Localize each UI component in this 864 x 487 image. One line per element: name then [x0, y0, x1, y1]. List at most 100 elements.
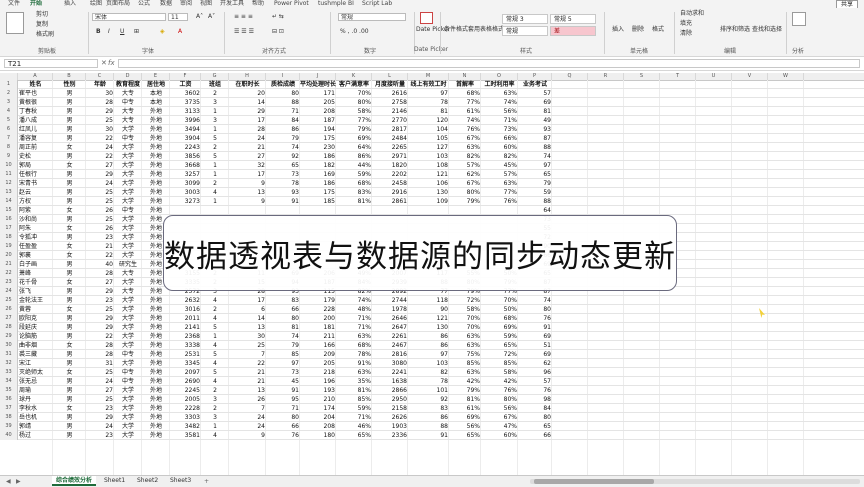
data-cell[interactable]: 男: [53, 296, 86, 305]
data-cell[interactable]: 3080: [372, 359, 408, 368]
data-cell[interactable]: 194: [300, 125, 336, 134]
data-cell[interactable]: 4: [201, 431, 229, 440]
column-header[interactable]: T: [660, 73, 696, 80]
data-cell[interactable]: 欧阳克: [18, 314, 54, 323]
style-bad[interactable]: 差: [550, 26, 596, 36]
data-cell[interactable]: 85%: [336, 395, 372, 404]
table-row[interactable]: 12 宋青书男 24 大学 外地 3099 2 9 78 186 68% 2458 106 67% 63% 7…: [0, 179, 864, 188]
data-cell[interactable]: 男: [53, 152, 86, 161]
autosum-button[interactable]: 自动求和: [680, 10, 704, 18]
row-number[interactable]: 6: [0, 125, 18, 134]
table-row[interactable]: 6 红凤儿男 30 大学 外地 3494 1 28 86 194 79% 2817 104 76% 73% 9…: [0, 125, 864, 134]
data-cell[interactable]: 男: [53, 179, 86, 188]
data-cell[interactable]: 86: [408, 332, 449, 341]
column-header[interactable]: L: [372, 73, 408, 80]
data-cell[interactable]: 208: [300, 107, 336, 116]
data-cell[interactable]: 男: [53, 188, 86, 197]
data-cell[interactable]: 赵云: [18, 188, 54, 197]
data-cell[interactable]: 大学: [114, 296, 142, 305]
data-cell[interactable]: 69: [518, 332, 552, 341]
data-cell[interactable]: 67%: [449, 179, 481, 188]
sheet-tab[interactable]: 综合绩效分析: [52, 476, 97, 486]
menu-item[interactable]: 插入: [64, 0, 76, 8]
data-cell[interactable]: 3273: [170, 197, 201, 206]
data-cell[interactable]: 29: [229, 107, 266, 116]
row-number[interactable]: 7: [0, 134, 18, 143]
data-cell[interactable]: 71: [266, 404, 300, 413]
data-cell[interactable]: 花千骨: [18, 278, 54, 287]
sheet-tab[interactable]: Sheet1: [100, 476, 129, 486]
menu-item[interactable]: Script Lab: [362, 0, 392, 8]
data-cell[interactable]: 103: [408, 152, 449, 161]
cut-button[interactable]: 剪切: [36, 11, 48, 19]
data-cell[interactable]: 大学: [114, 323, 142, 332]
data-cell[interactable]: 段延庆: [18, 323, 54, 332]
data-cell[interactable]: 21: [229, 368, 266, 377]
data-cell[interactable]: 29: [86, 323, 114, 332]
data-cell[interactable]: 大学: [114, 179, 142, 188]
data-cell[interactable]: 大学: [114, 278, 142, 287]
data-cell[interactable]: 81%: [336, 386, 372, 395]
data-cell[interactable]: 82%: [481, 152, 518, 161]
data-cell[interactable]: 204: [300, 413, 336, 422]
row-number[interactable]: 13: [0, 188, 18, 197]
data-cell[interactable]: 大学: [114, 386, 142, 395]
data-cell[interactable]: 女: [53, 251, 86, 260]
menu-item[interactable]: tushmple BI: [318, 0, 354, 8]
row-number[interactable]: 8: [0, 143, 18, 152]
data-cell[interactable]: 93: [518, 125, 552, 134]
row-number[interactable]: 28: [0, 323, 18, 332]
data-cell[interactable]: 42%: [449, 377, 481, 386]
data-cell[interactable]: 68%: [449, 89, 481, 98]
data-cell[interactable]: 大学: [114, 152, 142, 161]
data-cell[interactable]: 27: [86, 386, 114, 395]
data-cell[interactable]: 研究生: [114, 260, 142, 269]
data-cell[interactable]: 外地: [142, 161, 170, 170]
data-cell[interactable]: 56%: [449, 422, 481, 431]
data-cell[interactable]: 外地: [142, 170, 170, 179]
data-cell[interactable]: 59%: [336, 170, 372, 179]
data-cell[interactable]: 91: [408, 431, 449, 440]
data-cell[interactable]: 88: [408, 422, 449, 431]
format-painter-button[interactable]: 格式刷: [36, 31, 54, 39]
column-title-cell[interactable]: 在职时长: [229, 80, 266, 89]
data-cell[interactable]: 郭靖: [18, 422, 54, 431]
data-cell[interactable]: 阿朱: [18, 224, 54, 233]
data-cell[interactable]: 66%: [481, 134, 518, 143]
table-row[interactable]: 29 论脑筋男 22 大学 外地 2368 1 30 74 211 63% 2261 86 63% 59% 6…: [0, 332, 864, 341]
data-cell[interactable]: 57: [518, 377, 552, 386]
table-row[interactable]: 8 周正前女 24 大学 外地 2243 2 21 74 230 64% 2265 127 63% 60% 8…: [0, 143, 864, 152]
data-cell[interactable]: 81: [408, 107, 449, 116]
data-cell[interactable]: 70%: [449, 314, 481, 323]
data-cell[interactable]: 男: [53, 431, 86, 440]
data-cell[interactable]: 59%: [336, 404, 372, 413]
data-cell[interactable]: 崔平也: [18, 89, 54, 98]
data-cell[interactable]: 2097: [170, 368, 201, 377]
data-cell[interactable]: 59: [518, 188, 552, 197]
data-cell[interactable]: 73: [266, 170, 300, 179]
data-cell[interactable]: 2: [201, 305, 229, 314]
menu-item[interactable]: 文件: [8, 0, 20, 8]
data-cell[interactable]: 裘三藏: [18, 350, 54, 359]
data-cell[interactable]: 74: [518, 152, 552, 161]
table-row[interactable]: 36 球丹男 25 大学 外地 2005 3 26 95 210 85% 2950 92 81% 80% 98: [0, 395, 864, 404]
data-cell[interactable]: 71: [266, 107, 300, 116]
cancel-icon[interactable]: ✕: [101, 59, 107, 68]
data-cell[interactable]: 58%: [481, 368, 518, 377]
data-cell[interactable]: 205: [300, 98, 336, 107]
data-cell[interactable]: 3345: [170, 359, 201, 368]
data-cell[interactable]: 女: [53, 278, 86, 287]
data-cell[interactable]: 男: [53, 314, 86, 323]
data-cell[interactable]: [300, 206, 336, 215]
column-title-cell[interactable]: 工资: [170, 80, 201, 89]
data-cell[interactable]: 76%: [481, 386, 518, 395]
data-cell[interactable]: 63%: [336, 332, 372, 341]
data-cell[interactable]: 31: [86, 359, 114, 368]
data-cell[interactable]: 186: [300, 179, 336, 188]
table-row[interactable]: 32 宋江男 31 大学 外地 3345 4 22 97 205 91% 3080 103 85% 85% 6…: [0, 359, 864, 368]
data-cell[interactable]: 13: [229, 188, 266, 197]
table-row[interactable]: 9 史松男 22 大学 外地 3856 5 27 92 186 86% 2971 103 82% 82% 74: [0, 152, 864, 161]
table-row[interactable]: 34 张无忌男 24 中专 外地 2690 4 21 45 196 35% 1638 78 42% 42% 5…: [0, 377, 864, 386]
data-cell[interactable]: 76: [266, 431, 300, 440]
data-cell[interactable]: 62: [518, 359, 552, 368]
